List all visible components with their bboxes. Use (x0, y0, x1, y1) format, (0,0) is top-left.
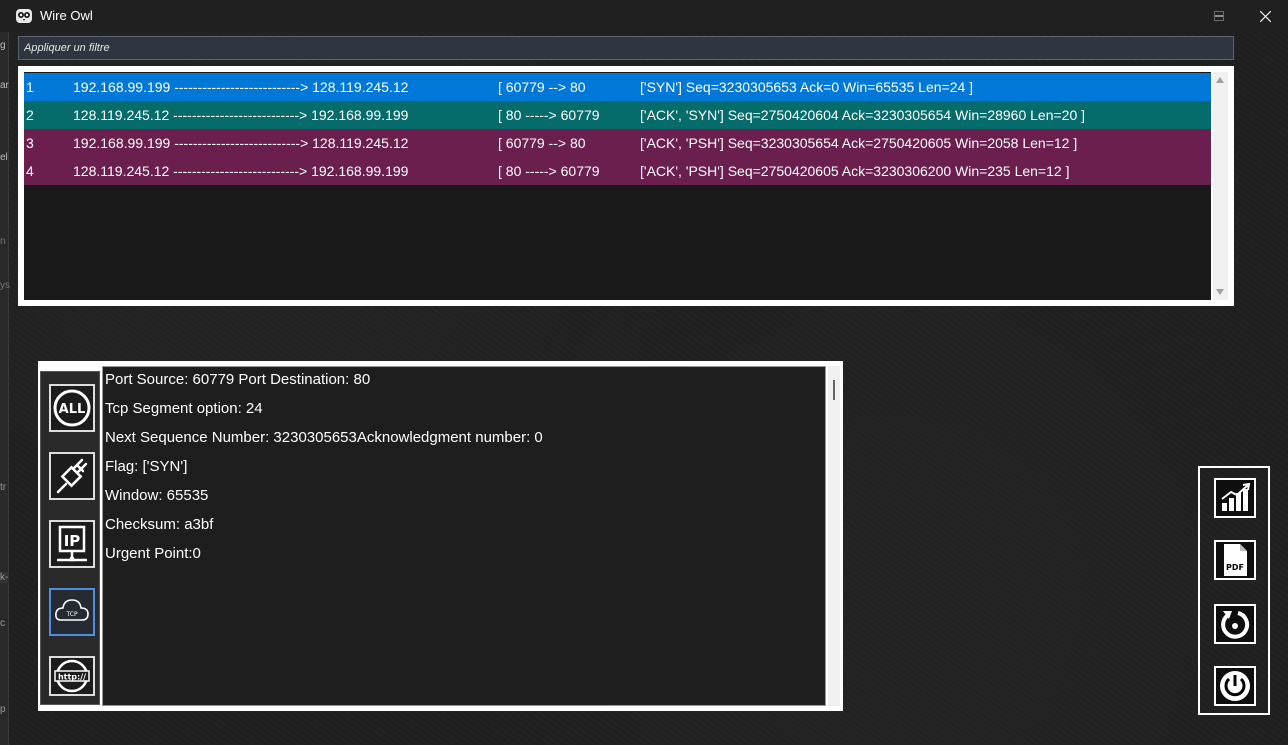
owl-app-icon (16, 9, 32, 23)
edge-text: c (0, 618, 5, 629)
scrollbar-thumb[interactable] (833, 380, 835, 400)
all-icon: ALL (53, 389, 91, 427)
packet-route: 192.168.99.199 -------------------------… (73, 79, 409, 95)
packet-row[interactable]: 3 192.168.99.199 ------------------------… (24, 129, 1211, 157)
svg-text:ALL: ALL (59, 402, 86, 417)
packet-info: ['SYN'] Seq=3230305653 Ack=0 Win=65535 L… (640, 79, 974, 95)
packet-ports: [ 60779 --> 80 (498, 135, 586, 151)
packet-list[interactable]: 1 192.168.99.199 ------------------------… (24, 72, 1211, 300)
power-button[interactable] (1214, 666, 1256, 706)
svg-text:http://: http:// (58, 673, 86, 682)
tcp-cloud-icon: TCP (55, 599, 89, 621)
detail-line: Tcp Segment option: 24 (105, 400, 263, 417)
scroll-up-arrow-icon[interactable] (1216, 77, 1224, 83)
detail-scrollbar[interactable] (828, 366, 840, 706)
packet-info: ['ACK', 'SYN'] Seq=2750420604 Ack=323030… (640, 107, 1086, 123)
ip-icon: IP (57, 525, 87, 562)
title-bar: Wire Owl (0, 0, 1288, 32)
packet-row[interactable]: 2 128.119.245.12 ------------------------… (24, 101, 1211, 129)
detail-line: Urgent Point:0 (105, 545, 201, 562)
packet-list-panel: 1 192.168.99.199 ------------------------… (18, 66, 1234, 306)
packet-number: 4 (26, 163, 34, 179)
svg-text:TCP: TCP (65, 611, 78, 618)
packet-route: 128.119.245.12 -------------------------… (73, 107, 409, 123)
export-pdf-button[interactable]: PDF (1214, 540, 1256, 580)
packet-info: ['ACK', 'PSH'] Seq=2750420605 Ack=323030… (640, 163, 1070, 179)
edge-text: el (0, 152, 8, 163)
detail-line: Next Sequence Number: 3230305653Acknowle… (105, 429, 543, 446)
detail-line: Window: 65535 (105, 487, 209, 504)
packet-route: 192.168.99.199 -------------------------… (73, 135, 409, 151)
packet-number: 3 (26, 135, 34, 151)
packet-row[interactable]: 1 192.168.99.199 ------------------------… (24, 73, 1211, 101)
packet-row[interactable]: 4 128.119.245.12 ------------------------… (24, 157, 1211, 185)
close-icon (1259, 10, 1271, 22)
tcp-filter-button[interactable]: TCP (49, 588, 95, 636)
detail-line: Port Source: 60779 Port Destination: 80 (105, 371, 371, 388)
packet-route: 128.119.245.12 -------------------------… (73, 163, 409, 179)
close-button[interactable] (1242, 0, 1288, 32)
edge-text: ar (0, 80, 9, 91)
all-filter-button[interactable]: ALL (49, 384, 95, 432)
packet-detail-panel: ALL IP TCP http:// Port Source: 60779 Po… (38, 361, 843, 711)
edge-text: n (0, 236, 6, 247)
scroll-down-arrow-icon[interactable] (1216, 289, 1224, 295)
ethernet-filter-button[interactable] (49, 452, 95, 500)
packet-info: ['ACK', 'PSH'] Seq=3230305654 Ack=275042… (640, 135, 1078, 151)
http-filter-button[interactable]: http:// (49, 656, 95, 696)
packet-ports: [ 80 -----> 60779 (498, 107, 600, 123)
edge-text: g (0, 40, 6, 51)
pdf-file-icon: PDF (1224, 544, 1247, 576)
ethernet-cable-icon (56, 458, 88, 494)
edge-text: tr (0, 482, 7, 493)
bar-chart-icon (1221, 483, 1251, 511)
filter-input[interactable] (18, 36, 1234, 60)
statistics-button[interactable] (1214, 478, 1256, 518)
packet-ports: [ 60779 --> 80 (498, 79, 586, 95)
power-icon (1220, 671, 1250, 701)
detail-line: Flag: ['SYN'] (105, 458, 188, 475)
packet-number: 1 (26, 79, 34, 95)
edge-text: p (0, 704, 6, 715)
svg-text:IP: IP (64, 532, 81, 550)
layer-sidebar: ALL IP TCP http:// (40, 371, 100, 705)
reload-button[interactable] (1214, 604, 1256, 644)
svg-text:PDF: PDF (1226, 563, 1244, 572)
packet-detail-text[interactable]: Port Source: 60779 Port Destination: 80 T… (102, 366, 826, 706)
tools-panel: PDF (1198, 466, 1270, 715)
edge-text: k- (0, 572, 9, 583)
packet-number: 2 (26, 107, 34, 123)
http-globe-icon: http:// (54, 659, 90, 693)
window-title: Wire Owl (40, 8, 93, 23)
reload-icon (1221, 611, 1250, 639)
edge-text: ys (0, 280, 10, 291)
packet-list-scrollbar[interactable] (1213, 72, 1228, 300)
maximize-icon[interactable] (1214, 11, 1224, 21)
background-window-edge: g ar el n ys tr k- c p (0, 32, 10, 745)
ip-filter-button[interactable]: IP (49, 520, 95, 568)
detail-line: Checksum: a3bf (105, 516, 214, 533)
packet-ports: [ 80 -----> 60779 (498, 163, 600, 179)
